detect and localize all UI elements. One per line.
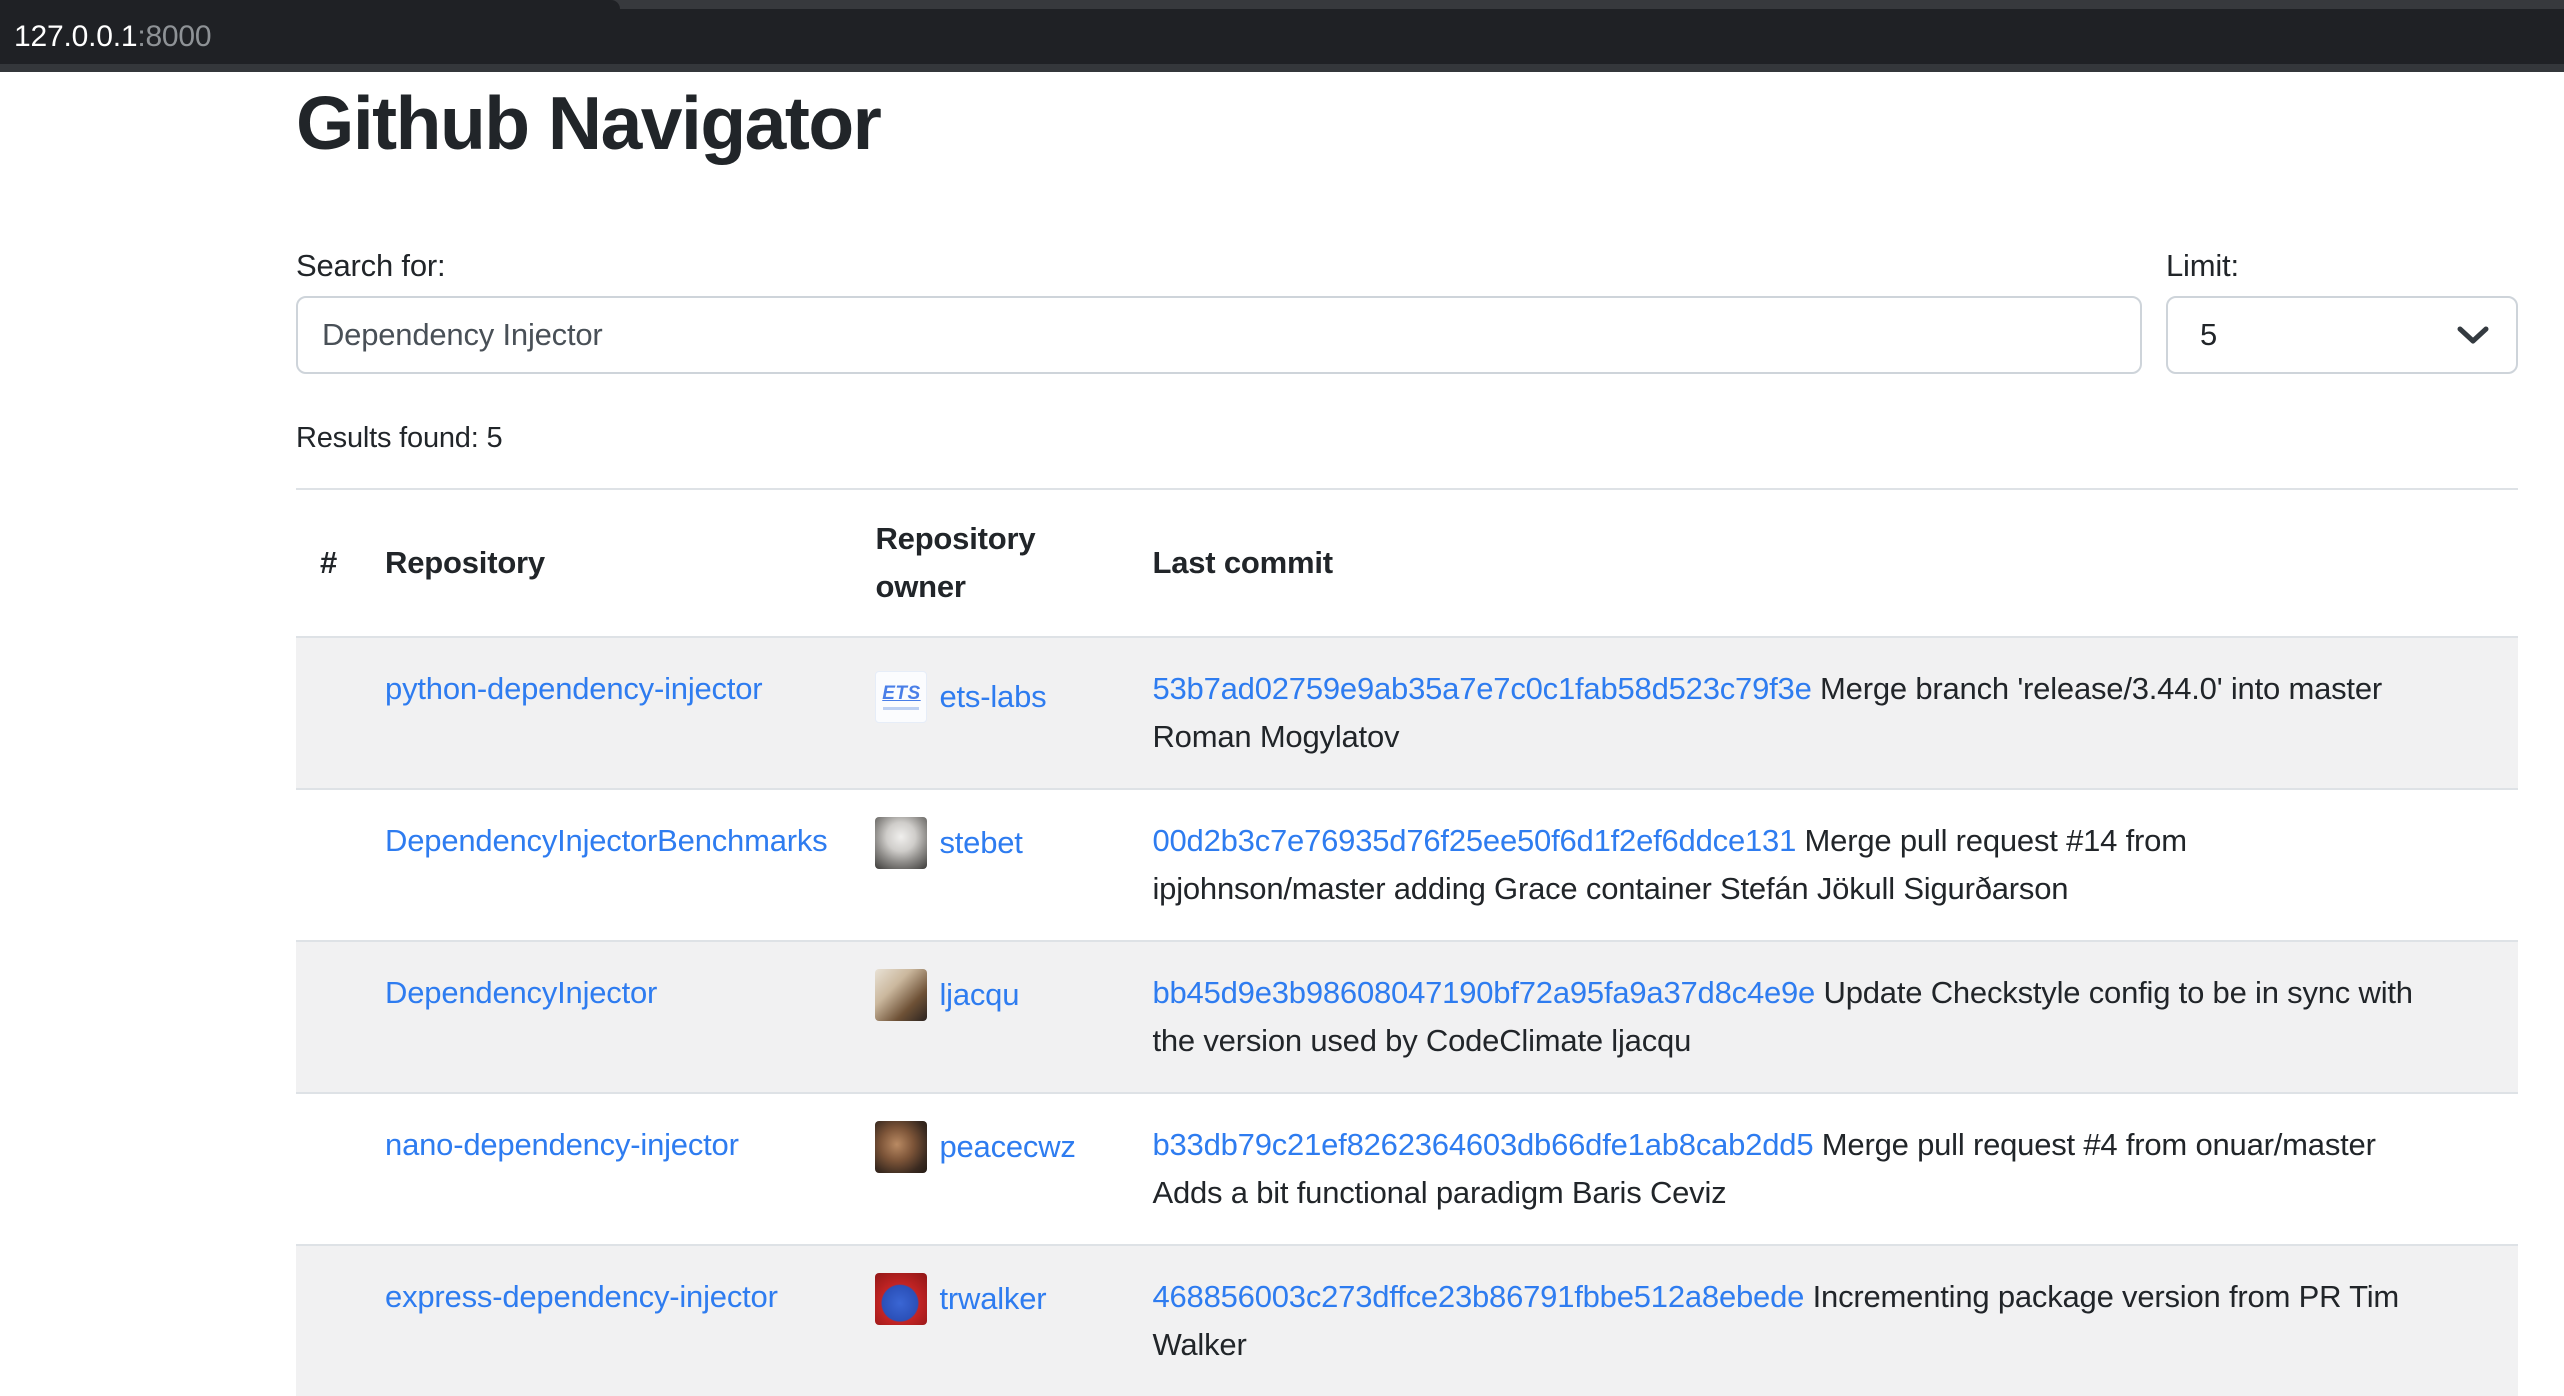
avatar-logo-text: ETS	[882, 684, 920, 704]
page-title: Github Navigator	[296, 78, 2518, 168]
repo-link[interactable]: DependencyInjectorBenchmarks	[385, 823, 827, 858]
owner-avatar	[875, 817, 927, 869]
owner-avatar	[875, 969, 927, 1021]
table-row: python-dependency-injector ETS ets-labs …	[296, 637, 2518, 789]
table-row: nano-dependency-injector peacecwz b33db7…	[296, 1093, 2518, 1245]
owner-avatar	[875, 1121, 927, 1173]
owner-avatar	[875, 1273, 927, 1325]
table-row: DependencyInjectorBenchmarks stebet 00d2…	[296, 789, 2518, 941]
owner-link[interactable]: ets-labs	[939, 673, 1046, 721]
repo-link[interactable]: nano-dependency-injector	[385, 1127, 739, 1162]
header-index: #	[296, 489, 361, 637]
repo-link[interactable]: python-dependency-injector	[385, 671, 762, 706]
limit-label: Limit:	[2166, 246, 2518, 286]
commit-hash-link[interactable]: bb45d9e3b98608047190bf72a95fa9a37d8c4e9e	[1152, 975, 1815, 1010]
header-repository: Repository	[361, 489, 851, 637]
row-index-cell	[296, 941, 361, 1093]
results-count: Results found: 5	[296, 418, 2518, 458]
row-index-cell	[296, 789, 361, 941]
row-index-cell	[296, 1093, 361, 1245]
commit-hash-link[interactable]: b33db79c21ef8262364603db66dfe1ab8cab2dd5	[1152, 1127, 1813, 1162]
repo-link[interactable]: express-dependency-injector	[385, 1279, 778, 1314]
limit-select[interactable]: 5	[2166, 296, 2518, 374]
owner-avatar: ETS	[875, 671, 927, 723]
owner-link[interactable]: trwalker	[939, 1275, 1046, 1323]
limit-selected-value: 5	[2200, 317, 2217, 353]
header-last-commit: Last commit	[1128, 489, 2518, 637]
owner-link[interactable]: peacecwz	[939, 1123, 1075, 1171]
main-content: Github Navigator Search for: Limit: 5 Re…	[296, 78, 2518, 1396]
url-port: :8000	[137, 20, 211, 54]
url-host: 127.0.0.1	[14, 20, 137, 54]
chevron-down-icon	[2456, 324, 2490, 346]
commit-hash-link[interactable]: 00d2b3c7e76935d76f25ee50f6d1f2ef6ddce131	[1152, 823, 1796, 858]
commit-hash-link[interactable]: 468856003c273dffce23b86791fbbe512a8ebede	[1152, 1279, 1804, 1314]
results-table: # Repository Repository owner Last commi…	[296, 488, 2518, 1396]
browser-bar-bottom-edge	[0, 64, 2564, 72]
repo-link[interactable]: DependencyInjector	[385, 975, 657, 1010]
browser-url-bar[interactable]: 127.0.0.1:8000	[0, 9, 2564, 64]
table-row: DependencyInjector ljacqu bb45d9e3b98608…	[296, 941, 2518, 1093]
row-index-cell	[296, 637, 361, 789]
browser-active-tab	[0, 0, 620, 9]
owner-link[interactable]: ljacqu	[939, 971, 1019, 1019]
owner-link[interactable]: stebet	[939, 819, 1022, 867]
search-form: Search for: Limit: 5	[296, 246, 2518, 374]
commit-hash-link[interactable]: 53b7ad02759e9ab35a7e7c0c1fab58d523c79f3e	[1152, 671, 1811, 706]
table-row: express-dependency-injector trwalker 468…	[296, 1245, 2518, 1396]
browser-top-bar: 127.0.0.1:8000	[0, 0, 2564, 72]
header-repository-owner: Repository owner	[851, 489, 1128, 637]
row-index-cell	[296, 1245, 361, 1396]
table-header-row: # Repository Repository owner Last commi…	[296, 489, 2518, 637]
search-input[interactable]	[296, 296, 2142, 374]
search-label: Search for:	[296, 246, 2142, 286]
